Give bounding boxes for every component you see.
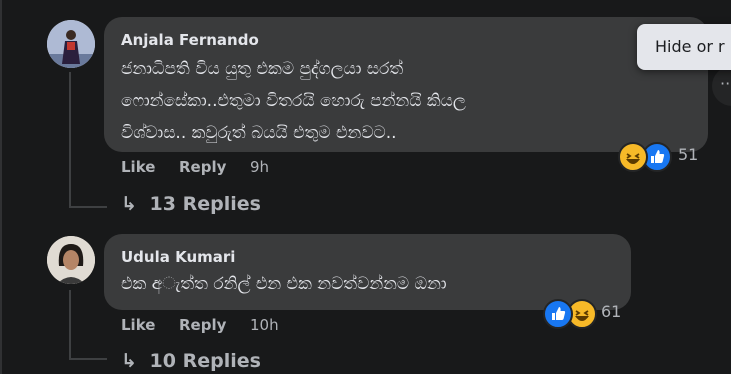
- reactions-summary[interactable]: 61: [543, 297, 633, 329]
- user-avatar-icon: [47, 236, 95, 284]
- reaction-count: 61: [601, 302, 622, 321]
- comment-author[interactable]: Anjala Fernando: [121, 31, 259, 49]
- view-replies-link[interactable]: ↳ 13 Replies: [121, 193, 261, 215]
- comment-text: ජනාධිපති විය යුතු එකම පුද්ගලයා සරත්: [121, 59, 404, 79]
- thread-line: [69, 290, 71, 360]
- thread-line: [69, 206, 107, 208]
- avatar[interactable]: [47, 20, 95, 68]
- thread-line: [69, 72, 71, 208]
- more-options-button[interactable]: ···: [712, 66, 731, 106]
- thread-line: [69, 358, 107, 360]
- reply-arrow-icon: ↳: [121, 193, 137, 215]
- reply-button[interactable]: Reply: [179, 316, 226, 334]
- reply-arrow-icon: ↳: [121, 350, 137, 372]
- like-button[interactable]: Like: [121, 316, 155, 334]
- user-avatar-icon: [47, 20, 95, 68]
- replies-count: 10 Replies: [149, 350, 261, 372]
- avatar[interactable]: [47, 236, 95, 284]
- view-replies-link[interactable]: ↳ 10 Replies: [121, 350, 261, 372]
- comment-author[interactable]: Udula Kumari: [121, 248, 235, 266]
- comment-text: විශ්වාස.. කවුරුත් බයයි එතුම එනවට..: [121, 123, 397, 143]
- like-reaction-icon: [543, 299, 573, 329]
- more-options-icon: ···: [720, 74, 731, 93]
- hide-tooltip: Hide or r: [637, 24, 731, 70]
- comment-text: එක අ◌ැත්ත රනිල් එන එක නවත්වන්නම ඔනා: [121, 274, 447, 294]
- tooltip-text: Hide or r: [655, 37, 725, 56]
- comment-bubble: Anjala Fernando ජනාධිපති විය යුතු එකම පු…: [104, 17, 708, 152]
- comment-timestamp[interactable]: 9h: [250, 158, 269, 176]
- comment-timestamp[interactable]: 10h: [250, 316, 279, 334]
- haha-reaction-icon: [618, 142, 648, 172]
- comment-text: ෆොන්සේකා..එතුමා විතරයි හොරු පන්නයි කියල: [121, 91, 466, 111]
- replies-count: 13 Replies: [149, 193, 261, 215]
- reply-button[interactable]: Reply: [179, 158, 226, 176]
- reaction-count: 51: [678, 145, 699, 164]
- thread-line: [0, 0, 2, 374]
- like-button[interactable]: Like: [121, 158, 155, 176]
- reactions-summary[interactable]: 51: [618, 140, 708, 172]
